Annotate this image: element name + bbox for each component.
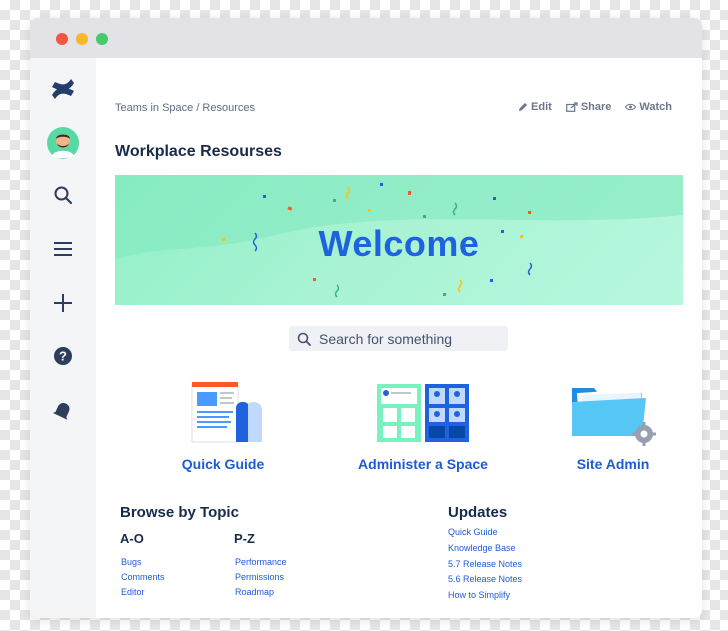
topic-link[interactable]: Comments <box>121 570 165 585</box>
share-label: Share <box>580 101 612 113</box>
update-link[interactable]: 5.7 Release Notes <box>448 557 522 573</box>
eye-icon <box>625 103 637 111</box>
zoom-window-button[interactable] <box>96 33 108 45</box>
topic-links-a-o: Bugs Comments Editor <box>121 555 165 600</box>
confluence-logo-icon[interactable] <box>46 72 80 106</box>
page-actions: Edit Share Watch <box>518 101 672 113</box>
search-box[interactable] <box>289 326 508 351</box>
topic-column-a-o-heading: A-O <box>120 531 144 546</box>
topic-link[interactable]: Performance <box>235 555 287 570</box>
watch-label: Watch <box>639 101 672 113</box>
main-content: Teams in Space / Resources Edit Share Wa… <box>96 58 702 618</box>
site-admin-card[interactable]: Site Admin <box>538 378 688 472</box>
user-avatar[interactable] <box>46 126 80 160</box>
update-link[interactable]: How to Simplify <box>448 588 522 604</box>
folder-settings-icon <box>572 388 656 446</box>
administer-space-label: Administer a Space <box>358 456 488 472</box>
update-link[interactable]: Knowledge Base <box>448 541 522 557</box>
topic-link[interactable]: Roadmap <box>235 585 287 600</box>
topic-column-p-z-heading: P-Z <box>234 531 255 546</box>
quick-guide-card[interactable]: Quick Guide <box>148 378 298 472</box>
topic-link[interactable]: Editor <box>121 585 165 600</box>
quick-guide-label: Quick Guide <box>181 456 265 472</box>
welcome-heading: Welcome <box>318 223 480 264</box>
search-icon <box>297 332 311 346</box>
share-icon <box>565 102 578 112</box>
edit-label: Edit <box>531 101 552 113</box>
minimize-window-button[interactable] <box>76 33 88 45</box>
browse-by-topic-heading: Browse by Topic <box>120 504 239 521</box>
update-link[interactable]: Quick Guide <box>448 525 522 541</box>
close-window-button[interactable] <box>56 33 68 45</box>
help-icon[interactable]: ? <box>46 339 80 373</box>
administer-space-card[interactable]: Administer a Space <box>348 378 498 472</box>
update-link[interactable]: 5.6 Release Notes <box>448 572 522 588</box>
pencil-icon <box>519 103 528 111</box>
search-input[interactable] <box>319 330 499 347</box>
app-window: ? Teams in Space / Resources Edit Share … <box>30 18 702 618</box>
page-title: Workplace Resourses <box>115 143 282 160</box>
topic-link[interactable]: Bugs <box>121 555 165 570</box>
topic-links-p-z: Performance Permissions Roadmap <box>235 555 287 600</box>
title-bar <box>30 18 702 58</box>
menu-icon[interactable] <box>46 232 80 266</box>
watch-button[interactable]: Watch <box>625 101 672 113</box>
updates-heading: Updates <box>448 504 508 521</box>
plus-icon[interactable] <box>46 286 80 320</box>
search-icon[interactable] <box>46 178 80 212</box>
breadcrumb[interactable]: Teams in Space / Resources <box>115 102 255 114</box>
edit-button[interactable]: Edit <box>518 101 552 113</box>
svg-text:?: ? <box>59 349 67 364</box>
space-dashboard-icon <box>377 384 469 442</box>
updates-links: Quick Guide Knowledge Base 5.7 Release N… <box>448 525 522 604</box>
notification-bell-icon[interactable] <box>46 393 80 427</box>
sidebar: ? <box>30 58 96 618</box>
site-admin-label: Site Admin <box>576 456 650 472</box>
welcome-banner: Welcome <box>115 175 683 305</box>
share-button[interactable]: Share <box>565 101 612 113</box>
topic-link[interactable]: Permissions <box>235 570 287 585</box>
document-guide-icon <box>191 382 262 443</box>
